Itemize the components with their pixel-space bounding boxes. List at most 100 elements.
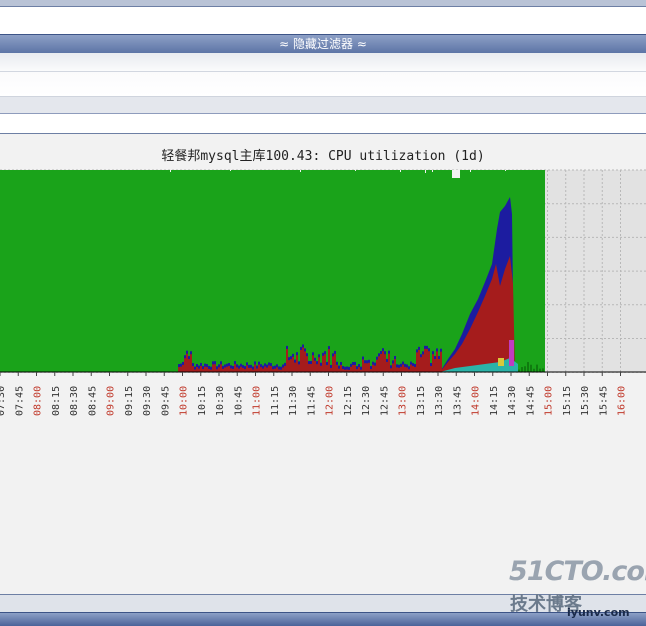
system-spike (388, 353, 390, 372)
x-tick-label: 11:30 (288, 386, 299, 416)
filter-panel-body (0, 72, 646, 96)
system-spike (234, 364, 236, 372)
system-spike (386, 361, 388, 372)
tail-spike (527, 362, 529, 372)
system-spike (414, 367, 416, 372)
filter-toggle-label[interactable]: 隐藏过滤器 (293, 37, 353, 51)
x-tick-label: 11:15 (270, 386, 281, 416)
system-spike (352, 365, 354, 372)
idle-dip (425, 170, 426, 173)
tail-spike (530, 364, 532, 372)
system-spike (206, 367, 208, 372)
x-tick-label: 08:15 (51, 386, 62, 416)
chevron-up-icon: ≈ (356, 37, 367, 51)
x-tick-label: 08:30 (69, 386, 80, 416)
x-tick-label: 12:30 (361, 386, 372, 416)
system-spike (432, 354, 434, 372)
system-spike (242, 368, 244, 372)
system-spike (396, 367, 398, 372)
system-spike (376, 359, 378, 372)
system-spike (188, 359, 190, 372)
system-spike (198, 368, 200, 372)
system-spike (250, 367, 252, 372)
system-spike (282, 367, 284, 372)
x-tick-label: 10:00 (179, 386, 190, 416)
system-spike (274, 368, 276, 372)
system-spike (322, 355, 324, 372)
system-spike (340, 365, 342, 372)
system-spike (276, 367, 278, 372)
system-spike (382, 351, 384, 372)
system-spike (226, 366, 228, 372)
system-spike (326, 364, 328, 372)
system-spike (400, 366, 402, 372)
system-spike (378, 356, 380, 372)
tail-spike (536, 364, 538, 372)
filter-toggle-bar[interactable]: ≈ 隐藏过滤器 ≈ (0, 34, 646, 54)
idle-dip (400, 170, 401, 172)
system-spike (230, 368, 232, 372)
x-tick-label: 14:45 (525, 386, 536, 416)
system-spike (304, 351, 306, 372)
watermark-url: iyunv.com (567, 606, 630, 619)
system-spike (434, 359, 436, 372)
system-spike (422, 354, 424, 372)
system-spike (402, 364, 404, 372)
system-spike (436, 351, 438, 372)
system-spike (430, 366, 432, 372)
idle-dip (230, 170, 231, 171)
system-spike (412, 366, 414, 372)
tail-spike (542, 368, 544, 372)
x-tick-label: 13:00 (398, 386, 409, 416)
top-strip (0, 0, 646, 7)
system-spike (384, 354, 386, 372)
system-spike (404, 366, 406, 372)
system-spike (184, 358, 186, 372)
x-tick-label: 09:30 (142, 386, 153, 416)
system-spike (182, 364, 184, 372)
system-spike (328, 349, 330, 372)
x-tick-label: 15:15 (562, 386, 573, 416)
system-spike (374, 365, 376, 372)
x-tick-label: 12:45 (379, 386, 390, 416)
x-tick-label: 09:45 (160, 386, 171, 416)
system-spike (312, 355, 314, 372)
system-spike (418, 349, 420, 372)
system-spike (196, 367, 198, 372)
x-tick-label: 13:15 (416, 386, 427, 416)
idle-dip (432, 170, 433, 172)
system-spike (306, 356, 308, 372)
system-spike (440, 351, 442, 372)
system-spike (324, 354, 326, 372)
system-spike (358, 367, 360, 372)
system-spike (180, 366, 182, 372)
filter-panel (0, 53, 646, 72)
system-spike (224, 367, 226, 372)
system-spike (192, 366, 194, 372)
x-tick-label: 08:00 (33, 386, 44, 416)
system-spike (336, 364, 338, 372)
system-spike (392, 363, 394, 372)
system-spike (416, 352, 418, 372)
system-spike (428, 351, 430, 372)
x-tick-label: 12:15 (343, 386, 354, 416)
system-spike (186, 353, 188, 372)
x-tick-label: 07:45 (14, 386, 25, 416)
system-spike (294, 362, 296, 372)
watermark-site: 51CTO.com (509, 556, 646, 587)
x-tick-label: 16:00 (617, 386, 628, 416)
system-spike (318, 357, 320, 372)
system-spike (262, 368, 264, 372)
system-spike (284, 365, 286, 372)
system-spike (266, 367, 268, 372)
x-tick-label: 10:45 (233, 386, 244, 416)
system-spike (366, 363, 368, 372)
system-spike (246, 365, 248, 372)
system-spike (200, 365, 202, 372)
system-spike (204, 366, 206, 372)
system-spike (254, 364, 256, 372)
system-spike (300, 349, 302, 372)
x-tick-label: 14:15 (489, 386, 500, 416)
idle-dip (452, 170, 460, 178)
system-spike (368, 362, 370, 372)
